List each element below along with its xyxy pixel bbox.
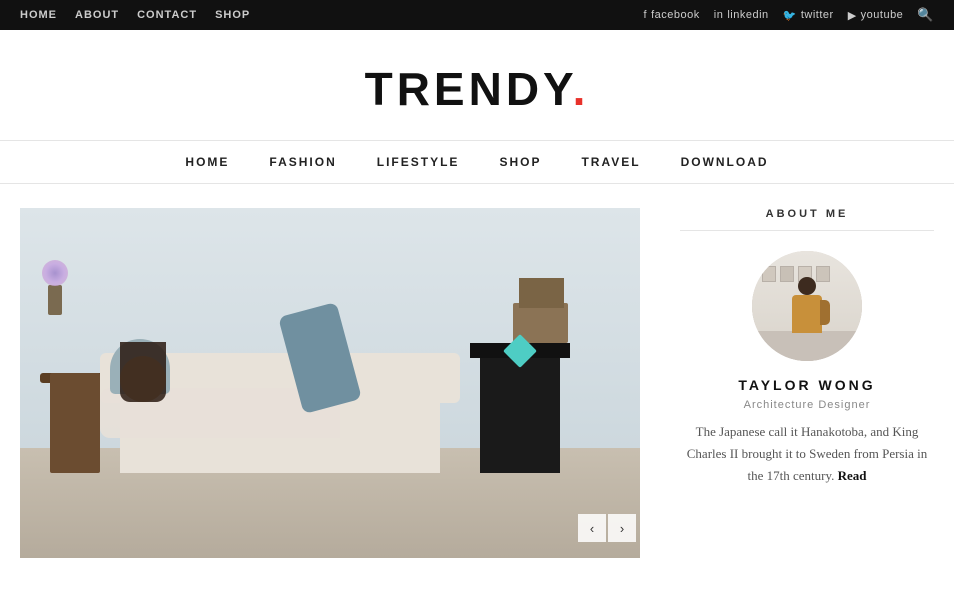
avatar-scene	[752, 251, 862, 361]
top-nav: HOME ABOUT CONTACT SHOP	[20, 9, 250, 21]
facebook-icon: f	[644, 9, 648, 21]
pic1	[762, 266, 776, 282]
avatar-body	[792, 295, 822, 333]
hero-image	[20, 208, 640, 558]
linkedin-link[interactable]: in linkedin	[714, 9, 769, 21]
nav-shop[interactable]: SHOP	[215, 9, 250, 21]
facebook-label: facebook	[651, 9, 700, 21]
person-hair	[120, 342, 166, 402]
social-links: f facebook in linkedin 🐦 twitter ▶ youtu…	[644, 7, 934, 23]
twitter-link[interactable]: 🐦 twitter	[783, 9, 834, 22]
content-area: ‹ › ABOUT ME	[0, 208, 954, 558]
main-nav-fashion[interactable]: FASHION	[269, 155, 336, 169]
main-column: ‹ ›	[20, 208, 640, 558]
avatar-wrap	[680, 251, 934, 361]
main-nav-download[interactable]: DOWNLOAD	[681, 155, 769, 169]
twitter-icon: 🐦	[783, 9, 797, 22]
nav-contact[interactable]: CONTACT	[137, 9, 197, 21]
read-more-link[interactable]: Read	[838, 468, 867, 483]
youtube-icon: ▶	[848, 9, 857, 22]
nav-home[interactable]: HOME	[20, 9, 57, 21]
sidebar: ABOUT ME	[640, 208, 934, 558]
avatar-head	[798, 277, 816, 295]
slider-prev-button[interactable]: ‹	[578, 514, 606, 542]
youtube-label: youtube	[861, 9, 904, 21]
sidebar-name: TAYLOR WONG	[680, 377, 934, 393]
sidebar-bio: The Japanese call it Hanakotoba, and Kin…	[680, 421, 934, 487]
bag	[820, 300, 830, 325]
box2	[519, 278, 564, 308]
main-nav: HOME FASHION LIFESTYLE SHOP TRAVEL DOWNL…	[0, 140, 954, 184]
avatar	[752, 251, 862, 361]
bio-text: The Japanese call it Hanakotoba, and Kin…	[687, 424, 927, 483]
main-nav-lifestyle[interactable]: LIFESTYLE	[377, 155, 460, 169]
avatar-floor	[752, 331, 862, 361]
slider-next-button[interactable]: ›	[608, 514, 636, 542]
search-icon[interactable]: 🔍	[917, 7, 934, 23]
top-bar: HOME ABOUT CONTACT SHOP f facebook in li…	[0, 0, 954, 30]
sidebar-role: Architecture Designer	[680, 399, 934, 411]
main-nav-home[interactable]: HOME	[185, 155, 229, 169]
main-nav-shop[interactable]: SHOP	[499, 155, 541, 169]
twitter-label: twitter	[801, 9, 834, 21]
logo-text: TRENDY	[365, 63, 573, 115]
facebook-link[interactable]: f facebook	[644, 9, 700, 21]
linkedin-label: linkedin	[727, 9, 768, 21]
main-nav-travel[interactable]: TRAVEL	[581, 155, 640, 169]
nav-about[interactable]: ABOUT	[75, 9, 119, 21]
hero-slider: ‹ ›	[20, 208, 640, 558]
logo-area: TRENDY.	[0, 30, 954, 140]
youtube-link[interactable]: ▶ youtube	[848, 9, 904, 22]
logo-dot: .	[573, 63, 590, 115]
person-figure	[100, 328, 380, 468]
vase	[48, 285, 62, 315]
about-me-title: ABOUT ME	[680, 208, 934, 231]
linkedin-icon: in	[714, 9, 724, 21]
avatar-person	[792, 277, 822, 333]
flower	[42, 260, 68, 286]
about-me-section: ABOUT ME	[680, 208, 934, 487]
stool	[50, 373, 100, 473]
site-logo[interactable]: TRENDY.	[0, 62, 954, 116]
